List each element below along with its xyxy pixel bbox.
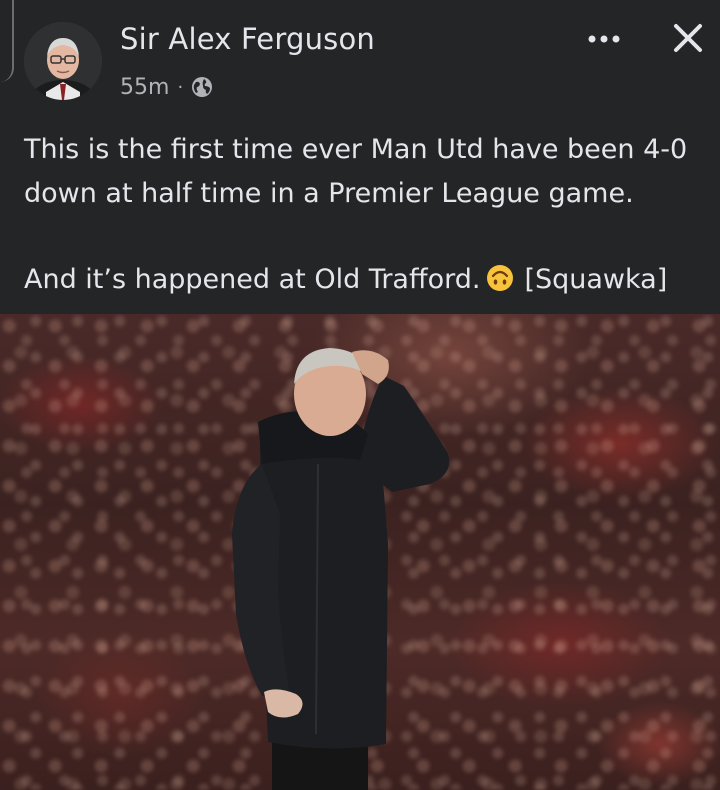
- meta-separator: ·: [177, 76, 184, 98]
- more-options-icon[interactable]: [584, 24, 624, 54]
- post-text-paragraph-1: This is the first time ever Man Utd have…: [24, 134, 688, 209]
- source-tag: [Squawka]: [524, 264, 668, 295]
- post-text: This is the first time ever Man Utd have…: [24, 128, 704, 302]
- avatar[interactable]: [24, 22, 102, 100]
- left-edge-divider: [0, 0, 14, 82]
- timestamp[interactable]: 55m: [120, 75, 169, 100]
- manager-figure: [232, 348, 450, 790]
- close-icon[interactable]: [668, 18, 708, 58]
- post-text-line-2: And it’s happened at Old Trafford.: [24, 264, 481, 295]
- post-meta: 55m ·: [120, 72, 213, 102]
- globe-icon[interactable]: [191, 76, 213, 98]
- post-text-paragraph-2: And it’s happened at Old Trafford. [Squaw…: [24, 258, 704, 302]
- upside-down-face-emoji-icon: [486, 262, 514, 291]
- post-header: Sir Alex Ferguson 55m ·: [0, 0, 720, 110]
- post-photo[interactable]: [0, 314, 720, 790]
- author-name[interactable]: Sir Alex Ferguson: [120, 22, 375, 56]
